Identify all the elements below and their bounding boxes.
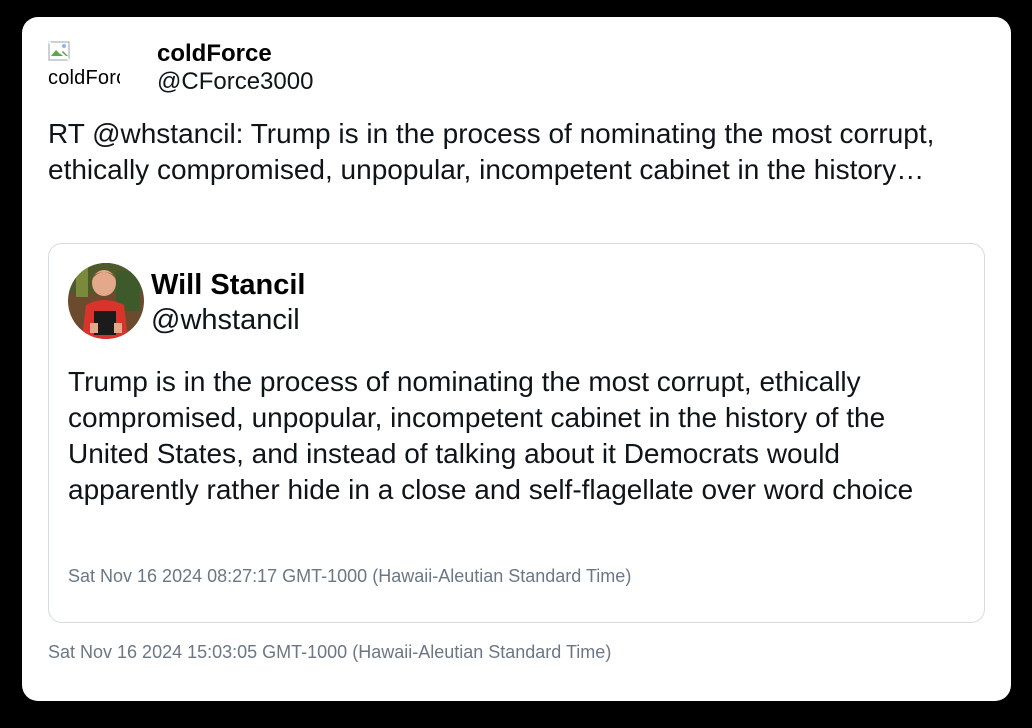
broken-image-icon	[48, 41, 70, 61]
quoted-author-display-name[interactable]: Will Stancil	[151, 269, 305, 301]
quoted-avatar[interactable]	[68, 263, 144, 339]
quoted-author-names: Will Stancil @whstancil	[151, 269, 305, 339]
author-names: coldForce @CForce3000	[157, 41, 313, 97]
quoted-avatar-photo	[68, 263, 144, 339]
avatar[interactable]: coldForce	[48, 41, 120, 101]
quoted-author-handle[interactable]: @whstancil	[151, 301, 305, 339]
author-display-name[interactable]: coldForce	[157, 41, 313, 67]
quoted-tweet-text: Trump is in the process of nominating th…	[68, 366, 914, 505]
tweet-timestamp[interactable]: Sat Nov 16 2024 15:03:05 GMT-1000 (Hawai…	[48, 642, 611, 663]
tweet-card: coldForce coldForce @CForce3000 RT @whst…	[22, 17, 1011, 701]
quoted-tweet[interactable]: Will Stancil @whstancil Trump is in the …	[48, 243, 985, 623]
quoted-tweet-timestamp[interactable]: Sat Nov 16 2024 08:27:17 GMT-1000 (Hawai…	[68, 566, 631, 587]
avatar-alt-text: coldForce	[48, 67, 120, 89]
tweet-text: RT @whstancil: Trump is in the process o…	[48, 118, 935, 185]
author-handle[interactable]: @CForce3000	[157, 67, 313, 97]
